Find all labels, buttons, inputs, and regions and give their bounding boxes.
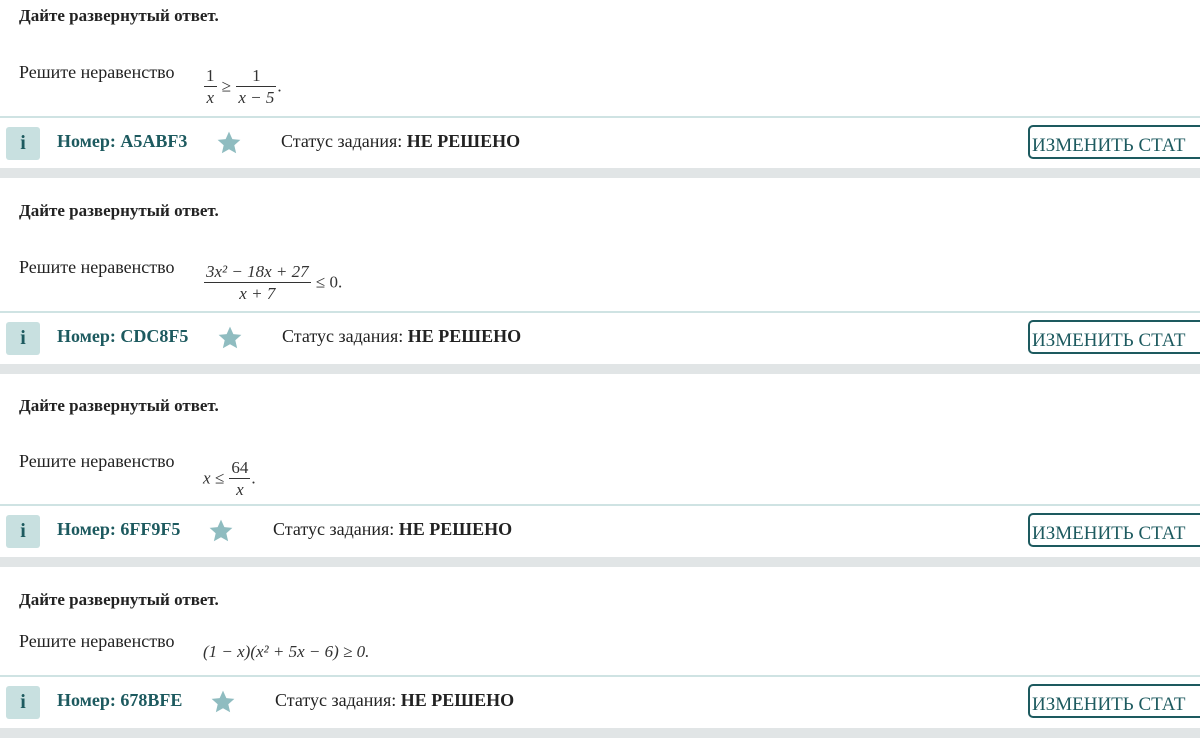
favorite-star-icon[interactable] <box>208 518 234 544</box>
instruction-text: Дайте развернутый ответ. <box>19 6 219 25</box>
task-prompt: Решите неравенство <box>19 631 175 651</box>
task-status: Статус задания: НЕ РЕШЕНО <box>273 519 513 539</box>
task-formula: (1 − x)(x² + 5x − 6) ≥ 0. <box>203 642 370 661</box>
task-status: Статус задания: НЕ РЕШЕНО <box>281 131 521 151</box>
task-prompt: Решите неравенство <box>19 451 175 471</box>
instruction-text: Дайте развернутый ответ. <box>19 396 219 415</box>
change-status-button[interactable]: ИЗМЕНИТЬ СТАТ <box>1028 320 1200 354</box>
change-status-button[interactable]: ИЗМЕНИТЬ СТАТ <box>1028 684 1200 718</box>
task-formula: 1x ≥ 1x − 5. <box>204 66 282 107</box>
favorite-star-icon[interactable] <box>216 130 242 156</box>
info-button[interactable]: i <box>6 686 40 719</box>
info-button[interactable]: i <box>6 127 40 160</box>
task-formula: x ≤ 64 x. <box>203 458 256 499</box>
task-number: Номер: 6FF9F5 <box>57 519 181 539</box>
task-prompt: Решите неравенство <box>19 257 175 277</box>
card-separator <box>0 364 1200 374</box>
task-formula: 3x² − 18x + 27 x + 7 ≤ 0. <box>204 262 343 303</box>
change-status-button[interactable]: ИЗМЕНИТЬ СТАТ <box>1028 125 1200 159</box>
task-toolbar-4: i Номер: 678BFE Статус задания: НЕ РЕШЕН… <box>0 675 1200 727</box>
task-status: Статус задания: НЕ РЕШЕНО <box>275 690 515 710</box>
task-number: Номер: A5ABF3 <box>57 131 188 151</box>
instruction-text: Дайте развернутый ответ. <box>19 590 219 609</box>
card-separator <box>0 557 1200 567</box>
info-button[interactable]: i <box>6 322 40 355</box>
task-status: Статус задания: НЕ РЕШЕНО <box>282 326 522 346</box>
card-separator <box>0 728 1200 738</box>
card-separator <box>0 168 1200 178</box>
task-prompt: Решите неравенство <box>19 62 175 82</box>
task-toolbar-2: i Номер: CDC8F5 Статус задания: НЕ РЕШЕН… <box>0 311 1200 363</box>
change-status-button[interactable]: ИЗМЕНИТЬ СТАТ <box>1028 513 1200 547</box>
task-toolbar-1: i Номер: A5ABF3 Статус задания: НЕ РЕШЕН… <box>0 116 1200 168</box>
favorite-star-icon[interactable] <box>210 689 236 715</box>
task-toolbar-3: i Номер: 6FF9F5 Статус задания: НЕ РЕШЕН… <box>0 504 1200 556</box>
task-number: Номер: 678BFE <box>57 690 183 710</box>
info-button[interactable]: i <box>6 515 40 548</box>
instruction-text: Дайте развернутый ответ. <box>19 201 219 220</box>
task-number: Номер: CDC8F5 <box>57 326 189 346</box>
favorite-star-icon[interactable] <box>217 325 243 351</box>
